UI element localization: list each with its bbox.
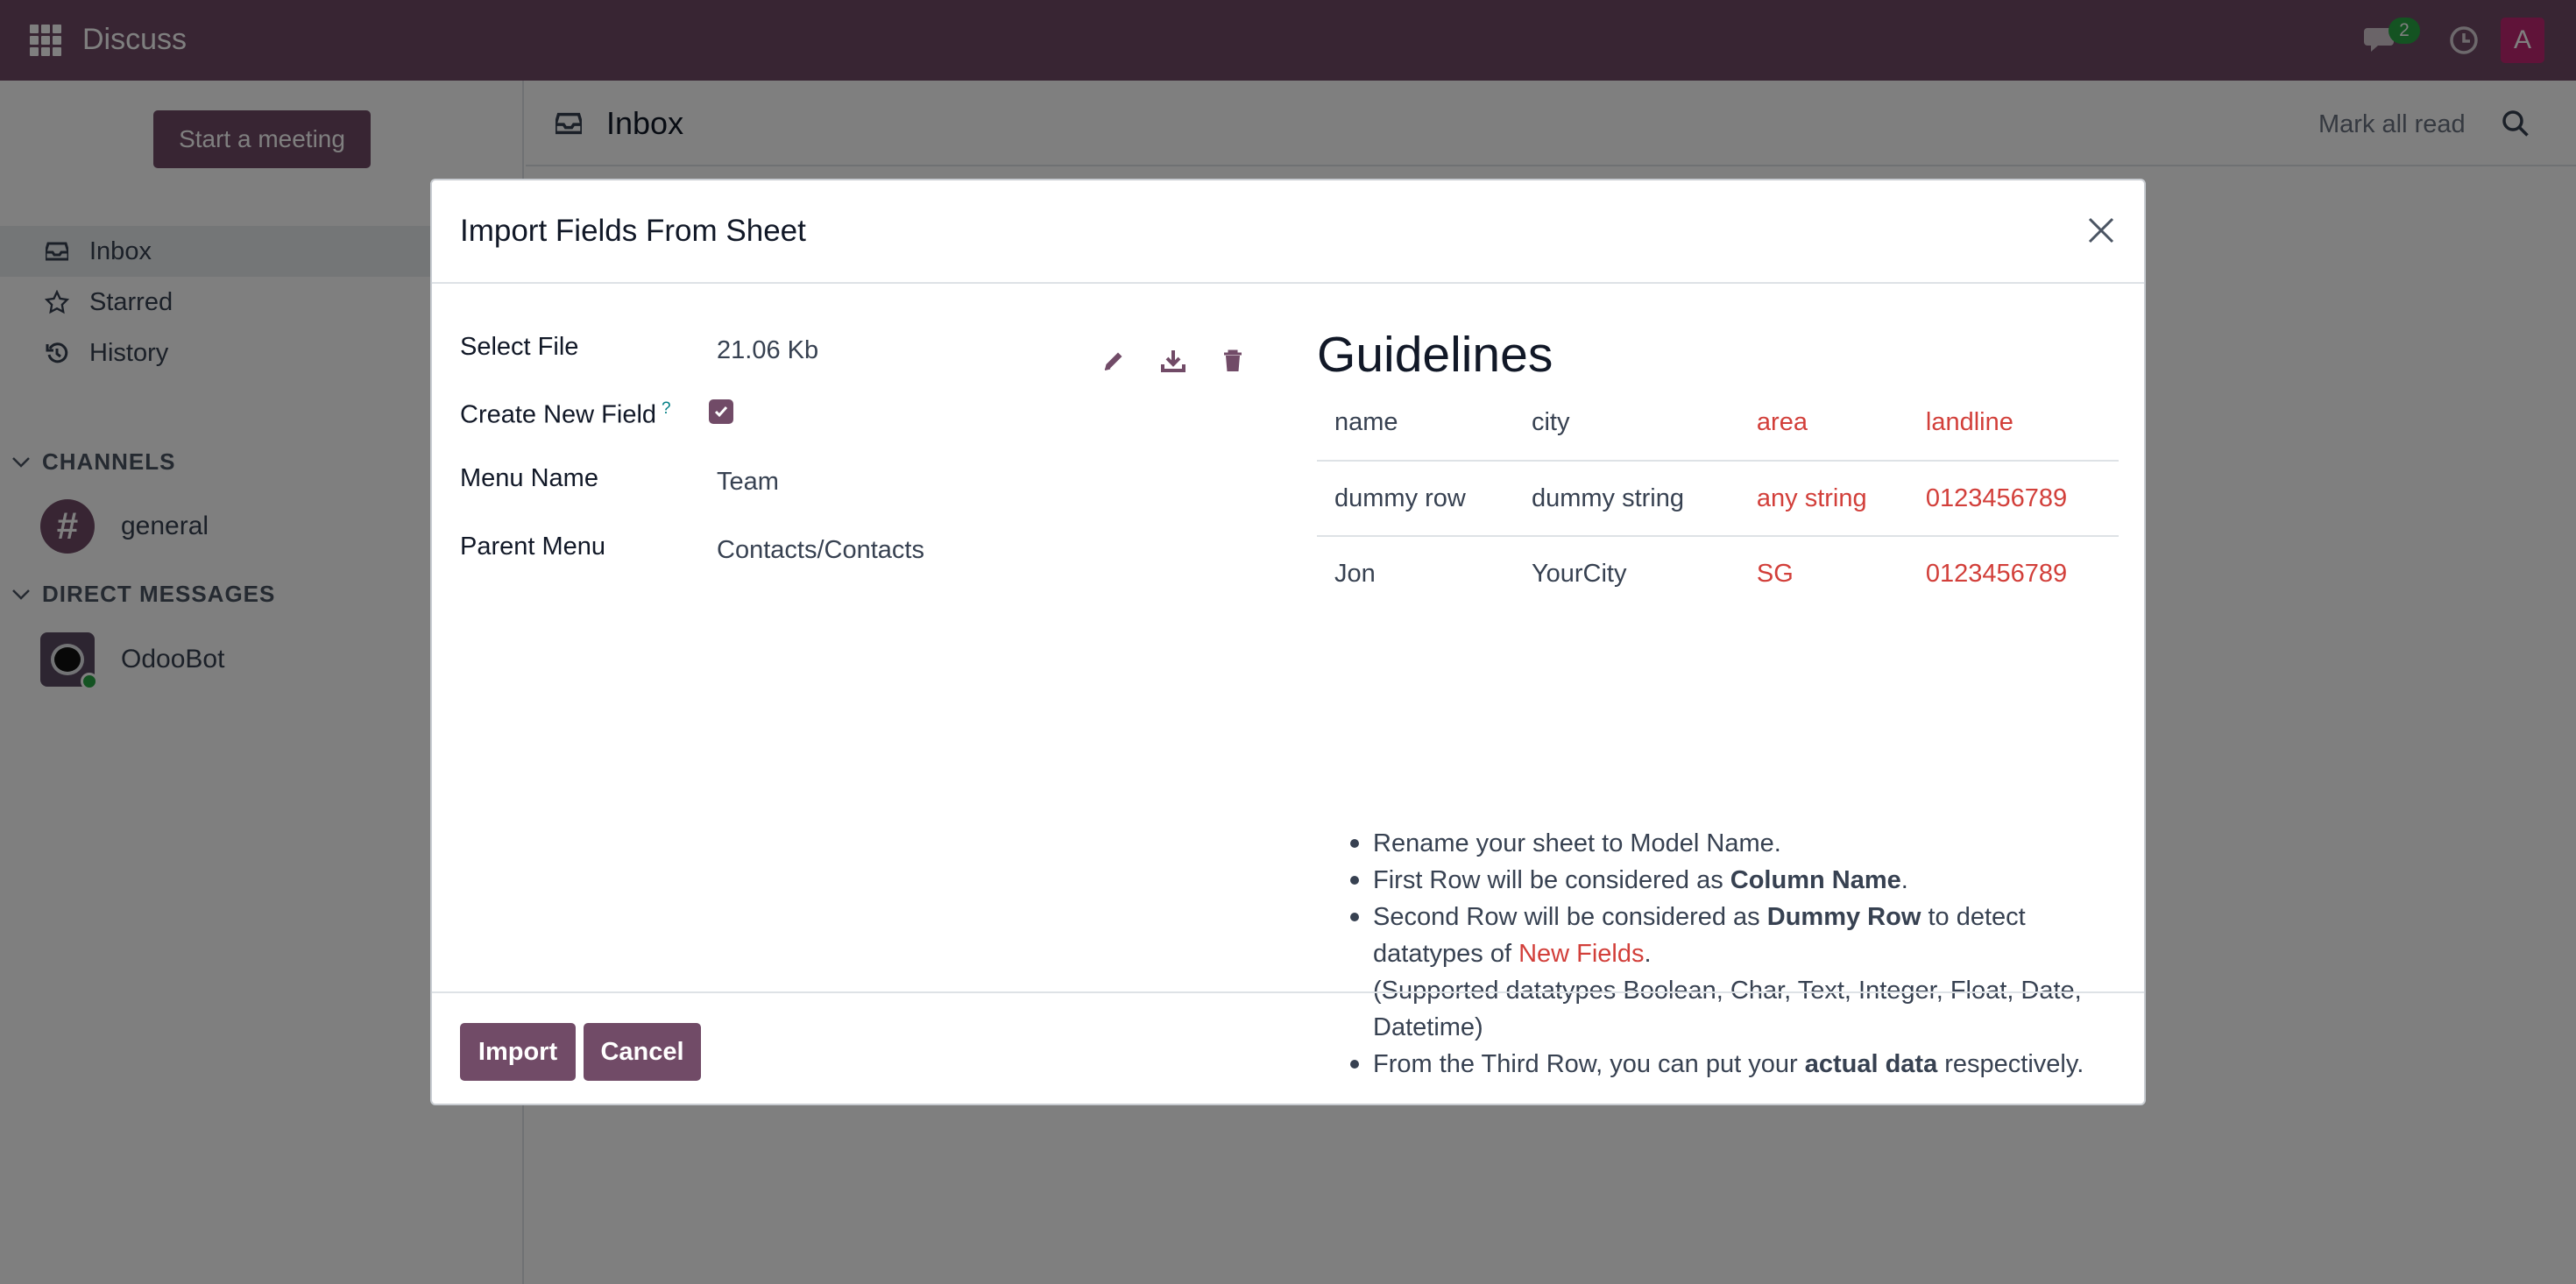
check-icon — [714, 406, 728, 418]
table-cell: name — [1317, 385, 1514, 462]
table-cell: SG — [1756, 560, 1794, 588]
list-item: Rename your sheet to Model Name. — [1350, 825, 2127, 862]
create-new-field-text: Create New Field — [460, 400, 657, 429]
edit-pencil-icon[interactable] — [1100, 347, 1128, 375]
modal-title: Import Fields From Sheet — [460, 214, 806, 248]
list-item: First Row will be considered as Column N… — [1350, 862, 2127, 899]
modal-body: Select File 21.06 Kb Create New Field? M… — [432, 284, 2144, 1078]
list-item-bold: Dummy Row — [1766, 903, 1921, 931]
modal-header: Import Fields From Sheet — [432, 180, 2144, 284]
table-cell: dummy row — [1317, 461, 1514, 537]
table-cell: 0123456789 — [1925, 560, 2068, 588]
table-cell: city — [1513, 385, 1739, 462]
menu-name-label: Menu Name — [460, 464, 598, 492]
trash-icon[interactable] — [1219, 347, 1247, 375]
file-size-value: 21.06 Kb — [717, 336, 819, 364]
list-item-text: Rename your sheet to Model Name. — [1373, 829, 1781, 857]
import-fields-dialog: Import Fields From Sheet Select File 21.… — [430, 179, 2146, 1105]
list-item-bold: Column Name — [1730, 866, 1901, 894]
table-row: name city area landline — [1317, 385, 2119, 462]
modal-footer: Import Cancel — [432, 991, 2144, 1107]
table-cell: any string — [1738, 461, 1908, 537]
help-tooltip-icon[interactable]: ? — [662, 399, 671, 418]
list-item-text: Second Row will be considered as — [1373, 903, 1767, 931]
list-item-text: First Row will be considered as — [1373, 866, 1730, 894]
table-cell: YourCity — [1531, 560, 1627, 588]
table-cell: dummy string — [1513, 461, 1739, 537]
guidelines-heading: Guidelines — [1317, 327, 1553, 383]
close-icon[interactable] — [2083, 212, 2120, 249]
download-icon[interactable] — [1159, 347, 1187, 375]
guidelines-table: name city area landline dummy row dummy … — [1317, 385, 2119, 611]
table-row: Jon YourCity SG 0123456789 — [1317, 536, 2119, 611]
table-row: dummy row dummy string any string 012345… — [1317, 461, 2119, 537]
import-button[interactable]: Import — [460, 1023, 576, 1081]
cancel-button[interactable]: Cancel — [584, 1023, 701, 1081]
list-item-highlight: New Fields — [1518, 940, 1645, 968]
table-cell: Jon — [1334, 560, 1376, 588]
menu-name-field[interactable]: Team — [717, 468, 779, 497]
parent-menu-field[interactable]: Contacts/Contacts — [717, 536, 924, 565]
create-new-field-checkbox[interactable] — [709, 399, 733, 424]
table-cell: area — [1738, 385, 1908, 462]
table-cell: 0123456789 — [1907, 461, 2119, 537]
create-new-field-label: Create New Field? — [460, 399, 671, 430]
table-cell: landline — [1907, 385, 2119, 462]
list-item-text: . — [1900, 866, 1908, 894]
select-file-label: Select File — [460, 333, 579, 361]
list-item-text: . — [1644, 940, 1652, 968]
parent-menu-label: Parent Menu — [460, 533, 606, 561]
